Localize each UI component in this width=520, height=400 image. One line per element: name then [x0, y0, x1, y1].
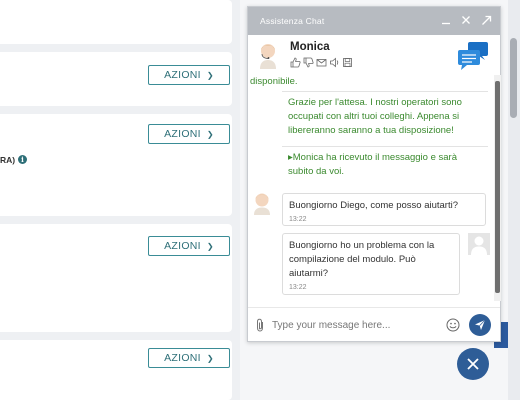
chat-header: Assistenza Chat	[248, 7, 500, 35]
system-message: Grazie per l'attesa. I nostri operatori …	[282, 91, 488, 141]
email-icon[interactable]	[316, 57, 327, 68]
chevron-down-icon: ❯	[206, 353, 214, 363]
background-card: AZIONI ❯	[0, 340, 232, 400]
attachment-icon[interactable]	[254, 318, 266, 332]
chat-messages[interactable]: disponibile. Grazie per l'attesa. I nost…	[248, 75, 494, 301]
background-card: AZIONI ❯	[0, 224, 232, 332]
azioni-button[interactable]: AZIONI ❯	[148, 348, 230, 368]
background-card: AZIONI ❯	[0, 114, 232, 216]
azioni-button-label: AZIONI	[164, 128, 201, 140]
message-timestamp: 13:22	[289, 216, 307, 223]
chat-input-bar	[248, 307, 500, 341]
close-icon	[467, 358, 479, 370]
thumbs-up-icon[interactable]	[290, 57, 301, 68]
agent-message: Buongiorno Diego, come posso aiutarti? 1…	[282, 193, 486, 226]
chat-bubbles-icon	[458, 42, 488, 70]
agent-avatar	[260, 44, 276, 69]
agent-toolbar	[290, 57, 353, 68]
info-icon[interactable]: i	[18, 155, 27, 164]
system-message: disponibile.	[250, 76, 298, 87]
message-input[interactable]	[270, 316, 440, 334]
close-icon[interactable]	[460, 15, 472, 27]
page-scrollbar-thumb[interactable]	[510, 38, 517, 118]
save-icon[interactable]	[342, 57, 353, 68]
background-page: AZIONI ❯ AZIONI ❯ AZIONI ❯ AZIONI ❯ RA) …	[0, 0, 240, 400]
minimize-icon[interactable]	[440, 15, 452, 27]
user-message-text: Buongiorno ho un problema con la compila…	[289, 240, 435, 279]
chat-widget: Assistenza Chat Monica disponibile. Graz…	[247, 6, 501, 342]
azioni-button[interactable]: AZIONI ❯	[148, 124, 230, 144]
chevron-down-icon: ❯	[206, 70, 214, 80]
agent-name: Monica	[290, 41, 330, 53]
system-message-text: Grazie per l'attesa. I nostri operatori …	[288, 97, 462, 136]
message-timestamp: 13:22	[289, 284, 307, 291]
azioni-button-label: AZIONI	[164, 352, 201, 364]
system-message: ▸Monica ha ricevuto il messaggio e sarà …	[282, 146, 488, 177]
send-icon	[475, 319, 486, 330]
agent-message-avatar	[254, 193, 270, 215]
truncated-label: RA)	[0, 155, 16, 165]
chevron-down-icon: ❯	[206, 129, 214, 139]
user-avatar	[468, 233, 490, 255]
speaker-icon[interactable]	[329, 57, 340, 68]
agent-bar: Monica	[248, 35, 500, 75]
close-chat-button[interactable]	[457, 348, 489, 380]
chevron-down-icon: ❯	[206, 241, 214, 251]
system-message-text: ▸Monica ha ricevuto il messaggio e sarà …	[288, 152, 457, 177]
emoji-icon[interactable]	[446, 318, 460, 332]
chat-title: Assistenza Chat	[260, 16, 325, 26]
azioni-button[interactable]: AZIONI ❯	[148, 65, 230, 85]
chat-scrollbar-thumb[interactable]	[495, 81, 500, 293]
azioni-button-label: AZIONI	[164, 69, 201, 81]
user-message: Buongiorno ho un problema con la compila…	[282, 233, 460, 295]
background-card: AZIONI ❯	[0, 52, 232, 106]
background-card	[0, 0, 232, 44]
send-button[interactable]	[469, 314, 491, 336]
azioni-button[interactable]: AZIONI ❯	[148, 236, 230, 256]
thumbs-down-icon[interactable]	[303, 57, 314, 68]
agent-message-text: Buongiorno Diego, come posso aiutarti?	[289, 200, 458, 211]
chat-scrollbar[interactable]	[494, 75, 501, 301]
azioni-button-label: AZIONI	[164, 240, 201, 252]
expand-icon[interactable]	[480, 15, 492, 28]
